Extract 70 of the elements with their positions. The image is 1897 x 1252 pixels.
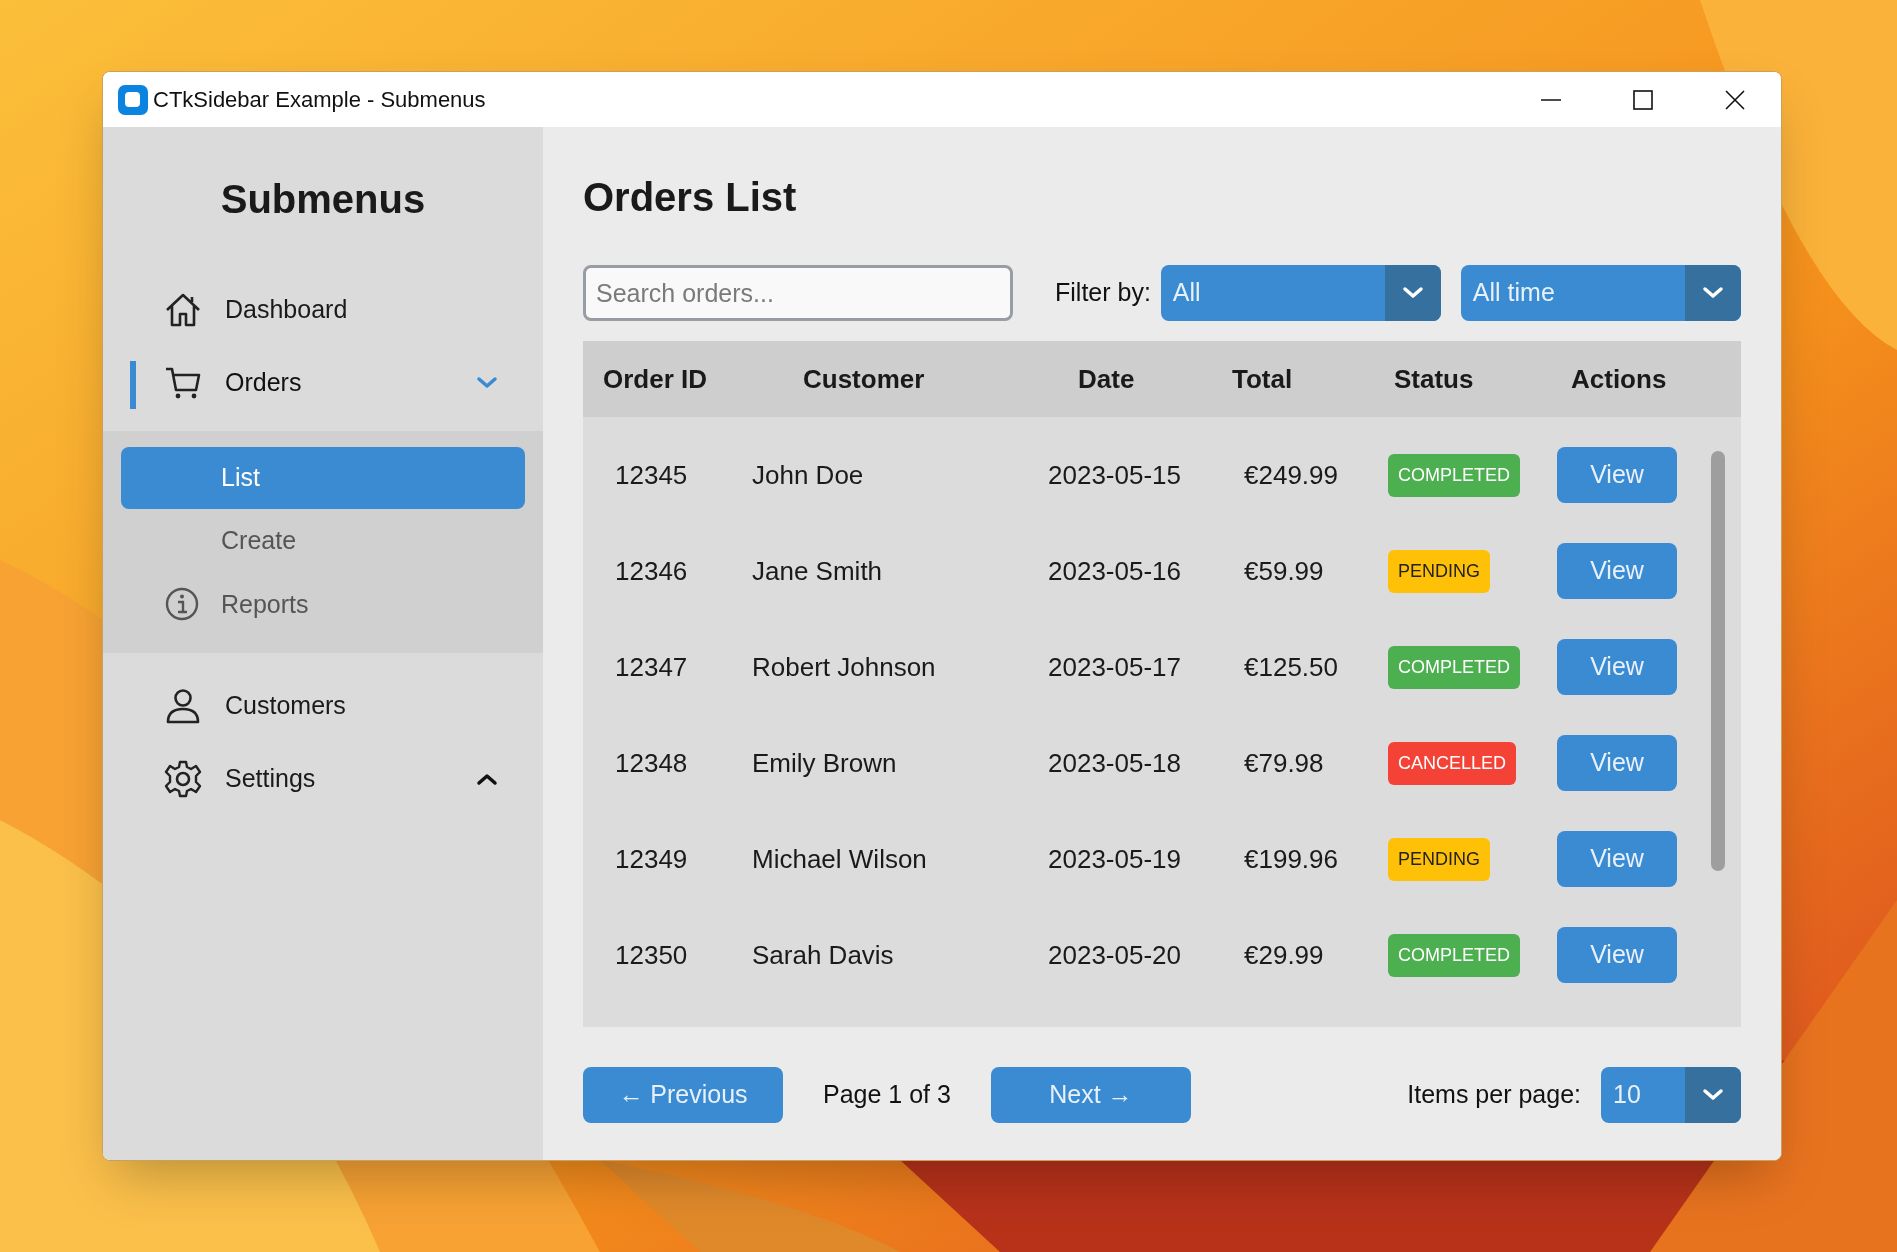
table-cell: €199.96 [1244, 843, 1338, 874]
filter-label: Filter by: [1055, 277, 1151, 309]
caret-icon [1702, 1088, 1724, 1102]
submenu-item[interactable]: List [121, 447, 525, 509]
submenu-item[interactable]: Reports [121, 573, 525, 637]
table-cell: €29.99 [1244, 939, 1324, 970]
status-badge: COMPLETED [1388, 453, 1521, 497]
table-cell: 2023-05-20 [1048, 939, 1181, 970]
view-button[interactable]: View [1557, 639, 1677, 695]
table-cell: €249.99 [1244, 459, 1338, 490]
status-badge: PENDING [1388, 549, 1490, 593]
close-icon [1724, 88, 1746, 111]
sidebar-item[interactable]: Settings [163, 750, 326, 807]
table-cell: 12345 [615, 459, 688, 490]
status-badge: PENDING [1388, 837, 1490, 881]
status-badge: COMPLETED [1388, 933, 1521, 977]
app-icon [117, 83, 149, 116]
items-per-page-dropdown[interactable]: 10 [1601, 1067, 1741, 1123]
table-cell: €59.99 [1244, 555, 1324, 586]
column-header: Actions [1571, 363, 1667, 394]
view-button[interactable]: View [1557, 831, 1677, 887]
view-button[interactable]: View [1557, 447, 1677, 503]
filter-dropdown[interactable]: All [1160, 265, 1441, 321]
previous-button[interactable]: ← Previous [583, 1067, 783, 1123]
maximize-icon [1632, 88, 1654, 111]
table-cell: Michael Wilson [752, 843, 927, 874]
sidebar-item[interactable]: Dashboard [163, 281, 358, 338]
table-cell: 12346 [615, 555, 688, 586]
submenu-item[interactable]: Create [121, 509, 525, 573]
settings-icon [163, 758, 203, 799]
table-cell: Robert Johnson [752, 651, 936, 682]
column-header: Status [1394, 363, 1474, 394]
window-title: CTkSidebar Example - Submenus [153, 86, 486, 114]
page-indicator: Page 1 of 3 [823, 1079, 951, 1111]
table-cell: Emily Brown [752, 747, 897, 778]
table-cell: 2023-05-15 [1048, 459, 1181, 490]
table-cell: €79.98 [1244, 747, 1324, 778]
view-button[interactable]: View [1557, 543, 1677, 599]
table-cell: €125.50 [1244, 651, 1338, 682]
view-button[interactable]: View [1557, 735, 1677, 791]
sidebar-item[interactable]: Orders [163, 354, 312, 411]
caret-icon [1701, 286, 1724, 300]
table-cell: 2023-05-19 [1048, 843, 1181, 874]
view-button[interactable]: View [1557, 927, 1677, 983]
filter-dropdown[interactable]: All time [1460, 265, 1741, 321]
page-title: Orders List [583, 174, 798, 221]
table-cell: John Doe [752, 459, 864, 490]
next-button[interactable]: Next → [990, 1067, 1191, 1123]
table-cell: 2023-05-16 [1048, 555, 1181, 586]
column-header: Order ID [603, 363, 708, 394]
caret-icon [1401, 286, 1424, 300]
table-cell: 12347 [615, 651, 688, 682]
column-header: Date [1078, 363, 1135, 394]
minimize-icon [1540, 98, 1562, 101]
table-cell: 12349 [615, 843, 688, 874]
table-cell: 2023-05-17 [1048, 651, 1181, 682]
table-cell: Jane Smith [752, 555, 883, 586]
column-header: Customer [803, 363, 925, 394]
status-badge: CANCELLED [1388, 741, 1517, 785]
items-per-page-label: Items per page: [1407, 1079, 1581, 1111]
scrollbar[interactable] [1711, 451, 1725, 871]
table-cell: 2023-05-18 [1048, 747, 1181, 778]
sidebar-title: Submenus [219, 176, 427, 223]
status-badge: COMPLETED [1388, 645, 1521, 689]
table-cell: Sarah Davis [752, 939, 894, 970]
search-field[interactable]: Search orders... [583, 265, 1013, 321]
table-cell: 12350 [615, 939, 688, 970]
sidebar-item[interactable]: Customers [163, 677, 356, 734]
table-cell: 12348 [615, 747, 688, 778]
column-header: Total [1232, 363, 1293, 394]
